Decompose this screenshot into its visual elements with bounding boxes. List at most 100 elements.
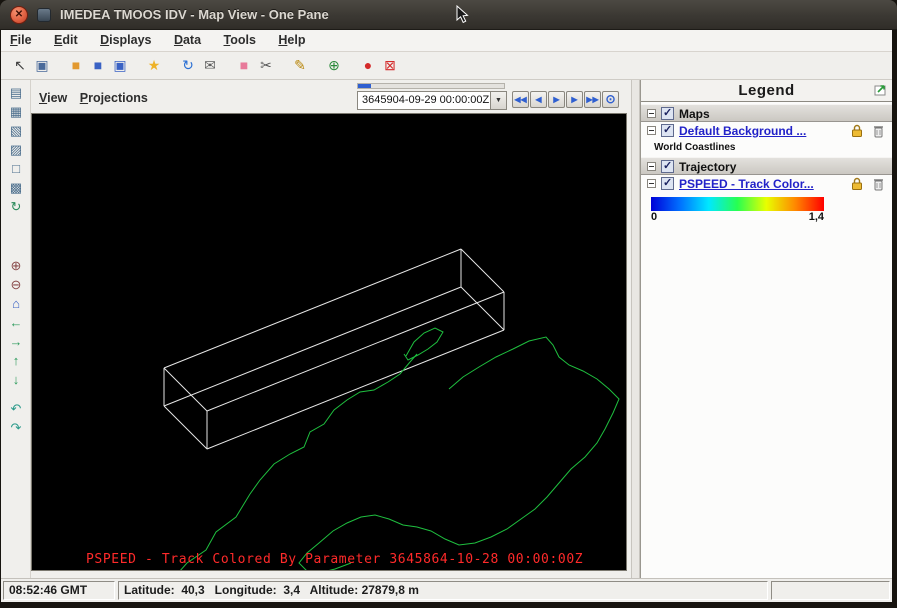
colorbar-labels: 0 1,4 — [651, 211, 824, 226]
colorbar[interactable] — [651, 197, 824, 211]
collapse-maps-icon[interactable] — [647, 109, 656, 118]
layers-icon[interactable]: ▧ — [1, 121, 31, 140]
collapse-item-icon[interactable] — [647, 126, 656, 135]
status-message-field — [771, 581, 890, 600]
split-pane-divider[interactable] — [631, 80, 640, 578]
colorbar-min: 0 — [651, 211, 657, 223]
collapse-pspeed-icon[interactable] — [647, 179, 656, 188]
legend-header: Legend — [641, 80, 892, 102]
statusbar: 08:52:46 GMT Latitude: 40,3 Longitude: 3… — [1, 578, 892, 602]
texture-icon[interactable]: ▨ — [1, 140, 31, 159]
legend-item-default-background: Default Background ... — [641, 122, 892, 141]
undock-legend-icon[interactable] — [874, 83, 887, 101]
zoom-in-icon[interactable]: ⊕ — [1, 256, 31, 275]
cancel-icon[interactable]: ⊠ — [381, 52, 399, 76]
support-email-icon[interactable]: ✉ — [201, 52, 219, 76]
main-area: ▤▦▧▨□▩↻ ⊕⊖⌂←→↑↓ ↶↷ View Projections 364590… — [1, 80, 892, 578]
delete-icon[interactable] — [873, 177, 884, 191]
record-icon[interactable]: ● — [359, 52, 377, 76]
map-view-panel: ▤▦▧▨□▩↻ ⊕⊖⌂←→↑↓ ↶↷ View Projections 364590… — [1, 80, 631, 578]
app-body: File Edit Displays Data Tools Help ↖▣■■▣… — [1, 30, 892, 602]
delete-icon[interactable] — [873, 124, 884, 138]
window-title: IMEDEA TMOOS IDV - Map View - One Pane — [60, 7, 329, 22]
values-icon[interactable]: ▩ — [1, 178, 31, 197]
pspeed-visibility-checkbox[interactable] — [661, 177, 674, 190]
zoom-out-icon[interactable]: ⊖ — [1, 275, 31, 294]
close-icon: ✕ — [15, 9, 23, 20]
pan-down-icon[interactable]: ↓ — [1, 370, 31, 389]
lock-icon[interactable] — [851, 177, 863, 191]
anim-progress-track[interactable] — [357, 83, 505, 89]
anim-progress-fill — [358, 84, 371, 88]
menubar: File Edit Displays Data Tools Help — [1, 30, 892, 52]
anim-back-button[interactable]: ◀ — [530, 91, 547, 108]
map-canvas[interactable]: PSPEED - Track Colored By Parameter 3645… — [31, 113, 627, 571]
edit-icon[interactable]: ✎ — [291, 52, 309, 76]
undo-icon[interactable]: ↶ — [1, 399, 31, 418]
legend-section-trajectory: Trajectory — [641, 157, 892, 175]
menu-data[interactable]: Data — [165, 30, 210, 47]
anim-begin-button[interactable]: ◀◀ — [512, 91, 529, 108]
eraser-icon[interactable]: ■ — [235, 52, 253, 76]
display-list-icon[interactable]: ▤ — [1, 83, 31, 102]
anim-properties-button[interactable]: ⊙ — [602, 91, 619, 108]
new-display-icon[interactable]: ▣ — [33, 52, 51, 76]
track-display-label: PSPEED - Track Colored By Parameter 3645… — [86, 552, 583, 567]
legend-item-pspeed: PSPEED - Track Color... — [641, 175, 892, 194]
pan-up-icon[interactable]: ↑ — [1, 351, 31, 370]
time-combobox[interactable]: 3645904-09-29 00:00:00Z ▼ — [357, 91, 507, 110]
menu-displays[interactable]: Displays — [91, 30, 160, 47]
pan-left-icon[interactable]: ← — [1, 313, 31, 332]
maps-visibility-checkbox[interactable] — [661, 107, 674, 120]
clock-field: 08:52:46 GMT — [3, 581, 115, 600]
anim-play-button[interactable]: ▶ — [548, 91, 565, 108]
trajectory-visibility-checkbox[interactable] — [661, 160, 674, 173]
mouse-cursor — [456, 5, 470, 25]
row-actions — [845, 124, 884, 142]
app-icon — [37, 8, 51, 22]
close-button[interactable]: ✕ — [10, 6, 28, 24]
menu-projections[interactable]: Projections — [80, 91, 148, 105]
combo-dropdown-icon[interactable]: ▼ — [490, 92, 506, 109]
frame-icon[interactable]: □ — [1, 159, 31, 178]
position-field: Latitude: 40,3 Longitude: 3,4 Altitude: … — [118, 581, 768, 600]
default-background-link[interactable]: Default Background ... — [679, 124, 806, 138]
save-icon[interactable]: ■ — [89, 52, 107, 76]
rotate-icon[interactable]: ↻ — [1, 197, 31, 216]
maps-sublabel: World Coastlines — [641, 141, 892, 155]
map-canvas-svg — [32, 114, 626, 570]
menu-help[interactable]: Help — [269, 30, 314, 47]
section-label-maps: Maps — [679, 107, 710, 121]
anim-forward-button[interactable]: ▶ — [566, 91, 583, 108]
legend-panel: Legend Maps Default — [640, 80, 892, 578]
pspeed-track-link[interactable]: PSPEED - Track Color... — [679, 177, 814, 191]
view-menu-bar: View Projections 3645904-09-29 00:00:00Z… — [31, 80, 631, 113]
favorites-icon[interactable]: ★ — [145, 52, 163, 76]
section-label-trajectory: Trajectory — [679, 160, 736, 174]
open-file-icon[interactable]: ■ — [67, 52, 85, 76]
menu-file[interactable]: File — [1, 30, 41, 47]
app-window: ✕ IMEDEA TMOOS IDV - Map View - One Pane… — [0, 0, 897, 608]
pan-right-icon[interactable]: → — [1, 332, 31, 351]
home-icon[interactable]: ⌂ — [1, 294, 31, 313]
view-side-toolbar: ▤▦▧▨□▩↻ ⊕⊖⌂←→↑↓ ↶↷ — [1, 80, 31, 578]
item-visibility-checkbox[interactable] — [661, 124, 674, 137]
legend-title: Legend — [641, 80, 892, 99]
lock-icon[interactable] — [851, 124, 863, 138]
menu-view[interactable]: View — [39, 91, 67, 105]
select-pointer-icon[interactable]: ↖ — [11, 52, 29, 76]
main-toolbar: ↖▣■■▣★↻✉■✂✎⊕●⊠ — [1, 52, 892, 80]
web-icon[interactable]: ⊕ — [325, 52, 343, 76]
grid-icon[interactable]: ▦ — [1, 102, 31, 121]
save-as-icon[interactable]: ▣ — [111, 52, 129, 76]
time-value: 3645904-09-29 00:00:00Z — [362, 94, 489, 106]
titlebar[interactable]: ✕ IMEDEA TMOOS IDV - Map View - One Pane — [0, 0, 897, 30]
redo-icon[interactable]: ↷ — [1, 418, 31, 437]
anim-end-button[interactable]: ▶▶ — [584, 91, 601, 108]
menu-tools[interactable]: Tools — [215, 30, 265, 47]
cut-icon[interactable]: ✂ — [257, 52, 275, 76]
menu-edit[interactable]: Edit — [45, 30, 87, 47]
reload-icon[interactable]: ↻ — [179, 52, 197, 76]
anim-controls: ◀◀◀▶▶▶▶⊙ — [512, 91, 620, 109]
collapse-trajectory-icon[interactable] — [647, 162, 656, 171]
